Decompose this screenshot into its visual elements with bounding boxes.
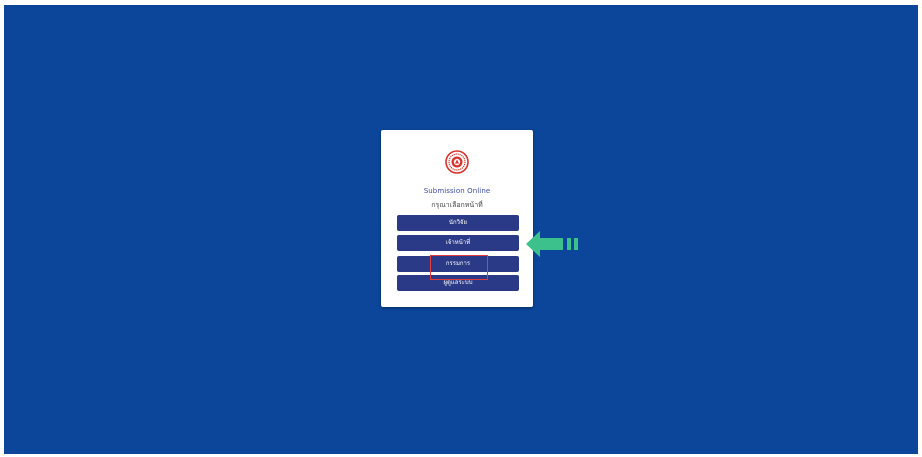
role-select-card: Submission Online กรุณาเลือกหน้าที่ นักว… xyxy=(381,130,533,307)
role-button-staff[interactable]: เจ้าหน้าที่ xyxy=(397,235,519,251)
university-seal-icon xyxy=(445,150,469,174)
app-title: Submission Online xyxy=(423,187,491,195)
role-button-researcher[interactable]: นักวิจัย xyxy=(397,215,519,231)
choose-role-label: กรุณาเลือกหน้าที่ xyxy=(431,201,483,209)
highlight-box xyxy=(430,255,488,280)
arrow-left-icon xyxy=(526,231,578,257)
